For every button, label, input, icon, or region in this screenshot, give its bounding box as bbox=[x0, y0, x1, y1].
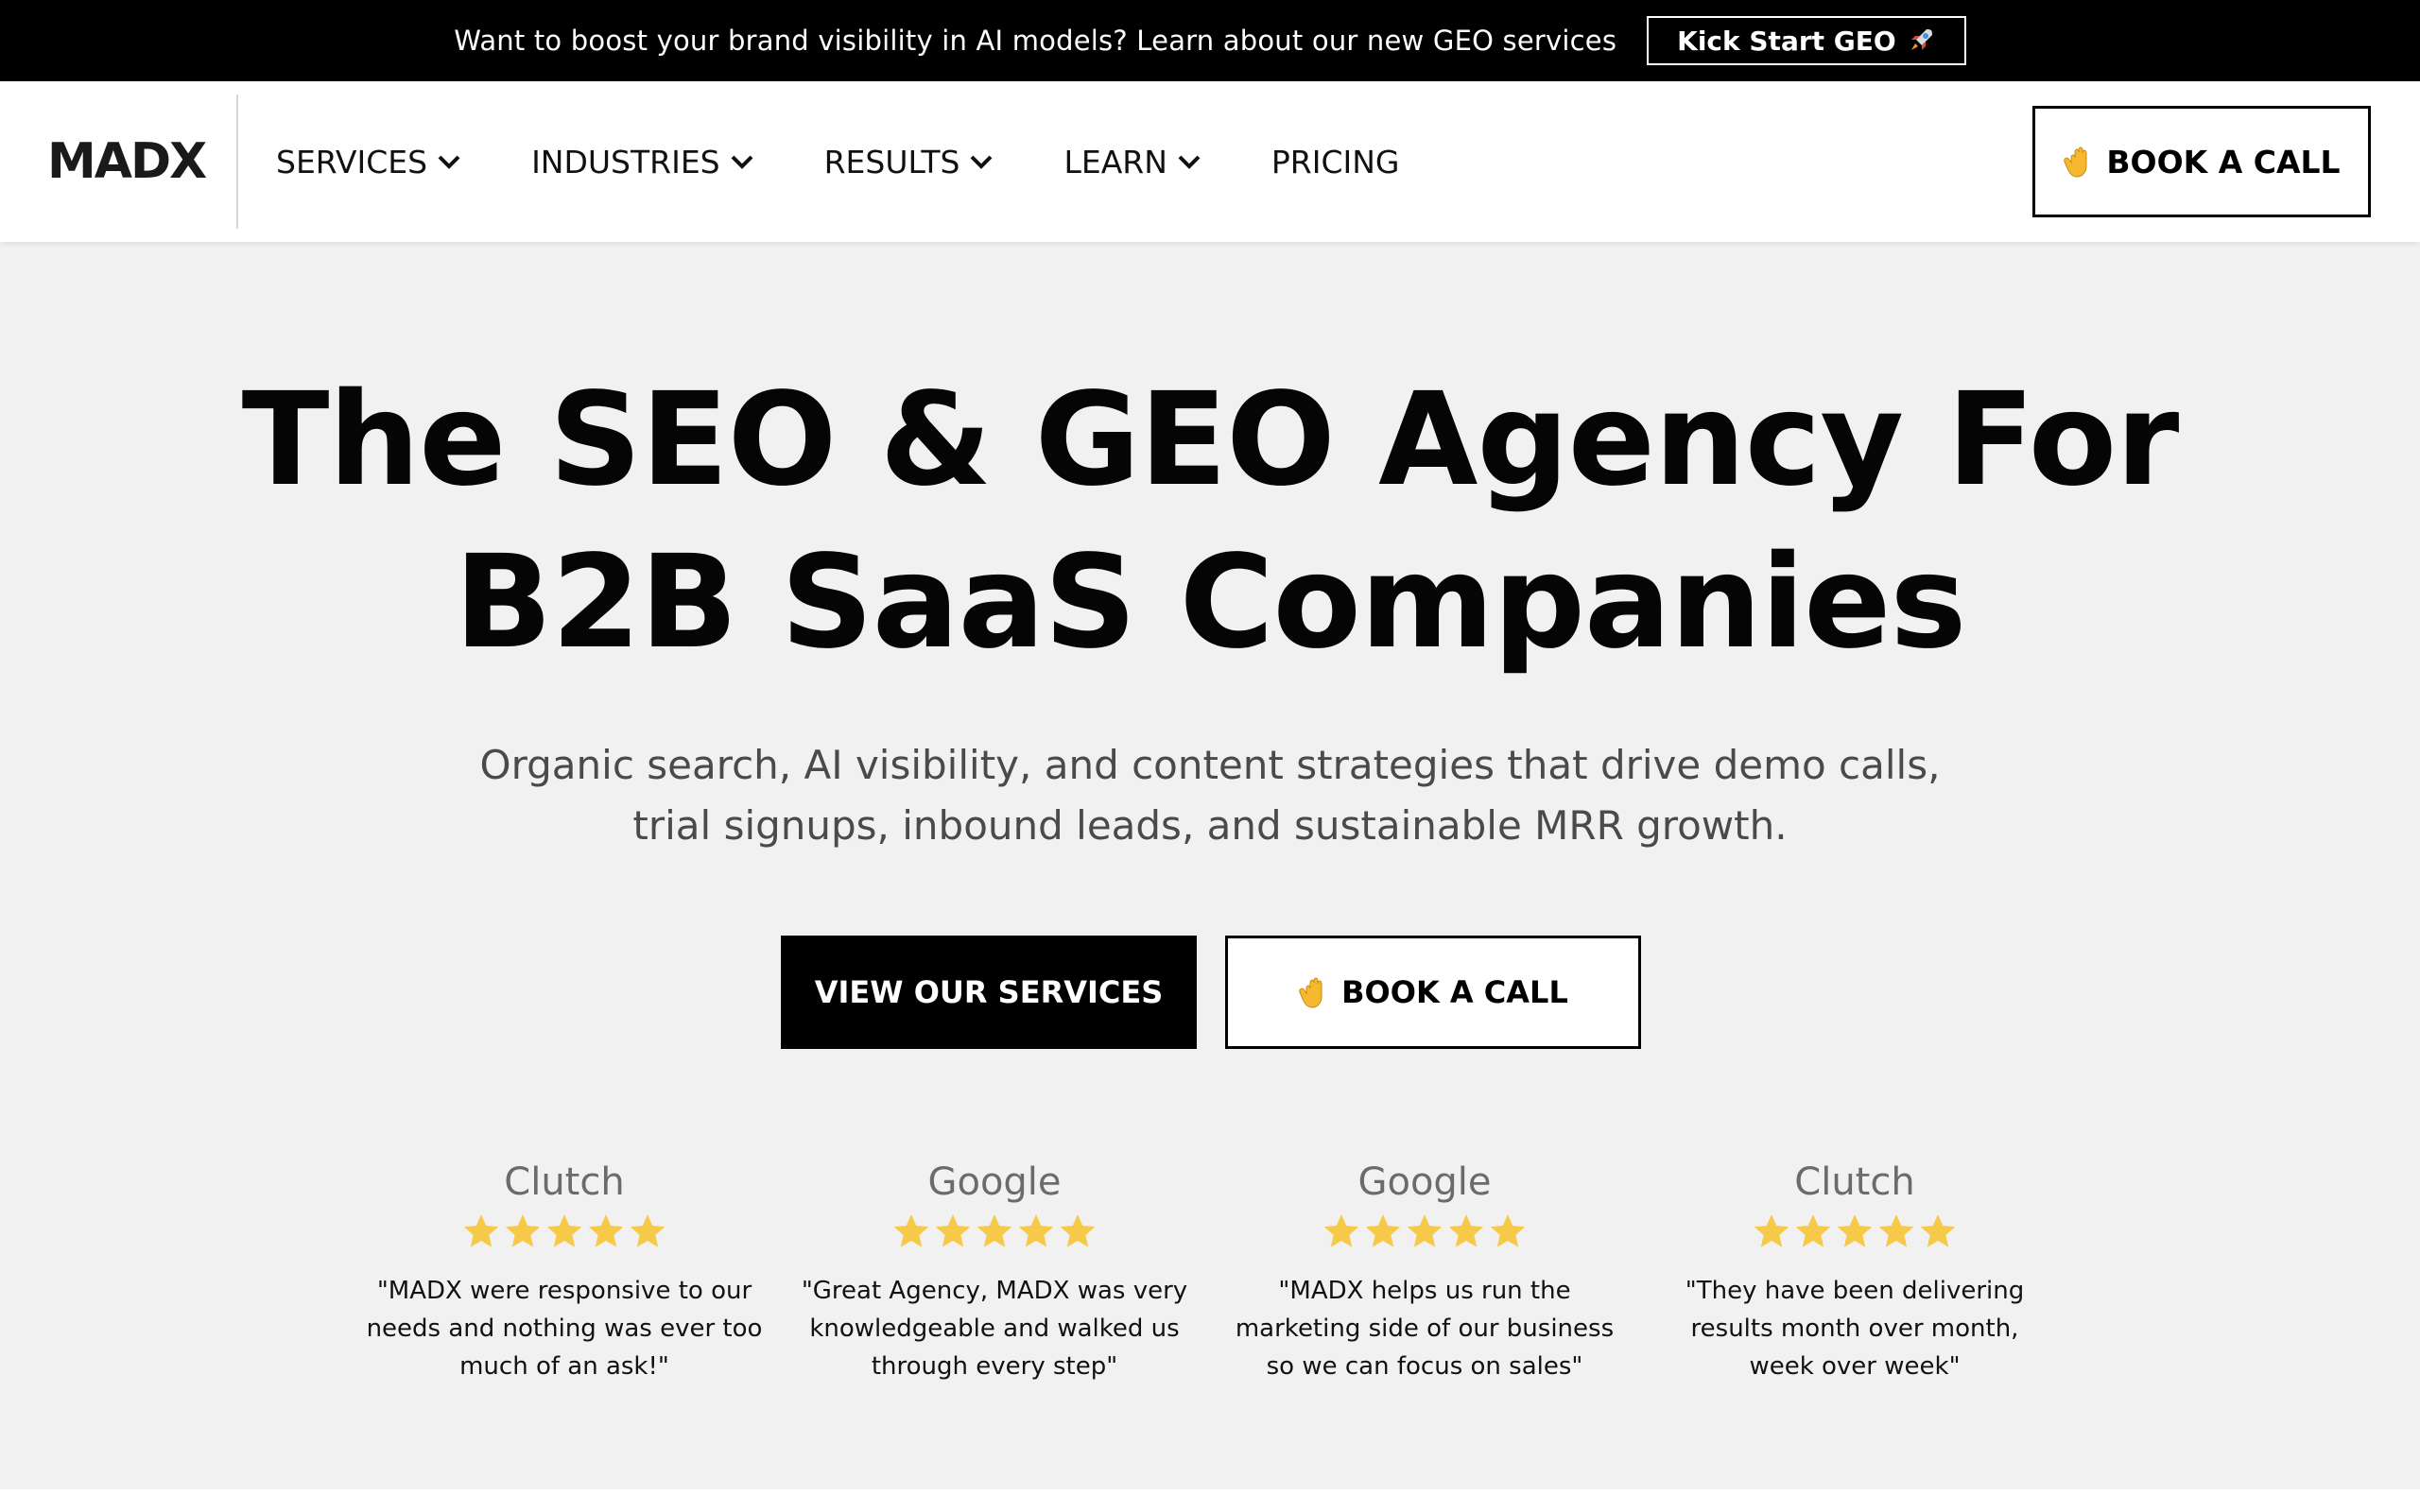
site-header: MADX SERVICES INDUSTRIES RESULTS LEARN P… bbox=[0, 81, 2420, 242]
star-icon bbox=[1060, 1214, 1096, 1247]
review-quote: "Great Agency, MADX was very knowledgeab… bbox=[801, 1277, 1188, 1381]
star-icon bbox=[1837, 1214, 1873, 1247]
star-icon bbox=[546, 1214, 582, 1247]
announcement-text: Want to boost your brand visibility in A… bbox=[454, 25, 1617, 57]
review-quote: "They have been delivering results month… bbox=[1685, 1277, 2025, 1381]
logo-divider bbox=[236, 94, 238, 229]
kick-start-geo-button[interactable]: Kick Start GEO bbox=[1647, 16, 1966, 65]
header-book-call-label: BOOK A CALL bbox=[2106, 143, 2341, 180]
hero-book-call-label: BOOK A CALL bbox=[1341, 974, 1568, 1010]
nav-item-pricing[interactable]: PRICING bbox=[1271, 144, 1400, 180]
star-rating bbox=[796, 1211, 1193, 1253]
nav-label: INDUSTRIES bbox=[531, 143, 720, 180]
waving-hand-icon bbox=[2064, 146, 2087, 178]
star-icon bbox=[505, 1214, 541, 1247]
star-rating bbox=[366, 1211, 763, 1253]
nav-item-learn[interactable]: LEARN bbox=[1063, 144, 1201, 180]
hero-subtitle: Organic search, AI visibility, and conte… bbox=[479, 742, 1941, 849]
main-nav: SERVICES INDUSTRIES RESULTS LEARN PRICIN… bbox=[276, 81, 1469, 242]
chevron-down-icon bbox=[1178, 155, 1201, 169]
rocket-icon bbox=[1910, 29, 1932, 50]
star-icon bbox=[1490, 1214, 1526, 1247]
announcement-bar: Want to boost your brand visibility in A… bbox=[0, 0, 2420, 81]
star-icon bbox=[1448, 1214, 1484, 1247]
star-icon bbox=[1754, 1214, 1789, 1247]
next-section-edge bbox=[0, 1489, 2420, 1512]
chevron-down-icon bbox=[438, 155, 460, 169]
star-icon bbox=[1407, 1214, 1443, 1247]
hero-title: The SEO & GEO Agency For B2B SaaS Compan… bbox=[0, 359, 2420, 684]
madx-logo[interactable]: MADX bbox=[47, 133, 207, 190]
star-icon bbox=[1795, 1214, 1831, 1247]
hero-title-line1: The SEO & GEO Agency For bbox=[241, 366, 2180, 515]
star-icon bbox=[463, 1214, 499, 1247]
star-rating bbox=[1226, 1211, 1623, 1253]
review-quote: "MADX were responsive to our needs and n… bbox=[366, 1277, 763, 1381]
waving-hand-icon bbox=[1299, 977, 1322, 1008]
nav-item-industries[interactable]: INDUSTRIES bbox=[531, 144, 754, 180]
review-source-clutch: Clutch bbox=[1794, 1160, 1915, 1204]
nav-item-services[interactable]: SERVICES bbox=[276, 144, 461, 180]
hero-book-call-button[interactable]: BOOK A CALL bbox=[1225, 936, 1641, 1049]
review-source-clutch: Clutch bbox=[504, 1160, 625, 1204]
star-icon bbox=[1018, 1214, 1054, 1247]
review-card: Clutch "MADX were responsive to our need… bbox=[366, 1155, 763, 1385]
star-icon bbox=[588, 1214, 624, 1247]
star-icon bbox=[1323, 1214, 1359, 1247]
review-quote: "MADX helps us run the marketing side of… bbox=[1235, 1277, 1615, 1381]
review-card: Google "Great Agency, MADX was very know… bbox=[796, 1155, 1193, 1385]
nav-label: RESULTS bbox=[823, 143, 960, 180]
review-source-google: Google bbox=[1357, 1160, 1492, 1204]
chevron-down-icon bbox=[731, 155, 753, 169]
review-card: Google "MADX helps us run the marketing … bbox=[1226, 1155, 1623, 1385]
nav-label: SERVICES bbox=[276, 143, 428, 180]
hero-title-line2: B2B SaaS Companies bbox=[454, 528, 1967, 678]
star-rating bbox=[1656, 1211, 2053, 1253]
chevron-down-icon bbox=[971, 155, 993, 169]
star-icon bbox=[1365, 1214, 1401, 1247]
star-icon bbox=[1920, 1214, 1956, 1247]
kick-start-geo-label: Kick Start GEO bbox=[1677, 25, 1896, 57]
star-icon bbox=[935, 1214, 971, 1247]
view-services-button[interactable]: VIEW OUR SERVICES bbox=[781, 936, 1197, 1049]
star-icon bbox=[630, 1214, 666, 1247]
star-icon bbox=[977, 1214, 1012, 1247]
review-source-google: Google bbox=[927, 1160, 1062, 1204]
star-icon bbox=[1878, 1214, 1914, 1247]
nav-label: LEARN bbox=[1063, 143, 1167, 180]
star-icon bbox=[893, 1214, 929, 1247]
reviews-row: Clutch "MADX were responsive to our need… bbox=[0, 1155, 2420, 1391]
nav-label: PRICING bbox=[1270, 143, 1400, 180]
review-card: Clutch "They have been delivering result… bbox=[1656, 1155, 2053, 1385]
nav-item-results[interactable]: RESULTS bbox=[824, 144, 994, 180]
header-book-call-button[interactable]: BOOK A CALL bbox=[2032, 106, 2371, 217]
